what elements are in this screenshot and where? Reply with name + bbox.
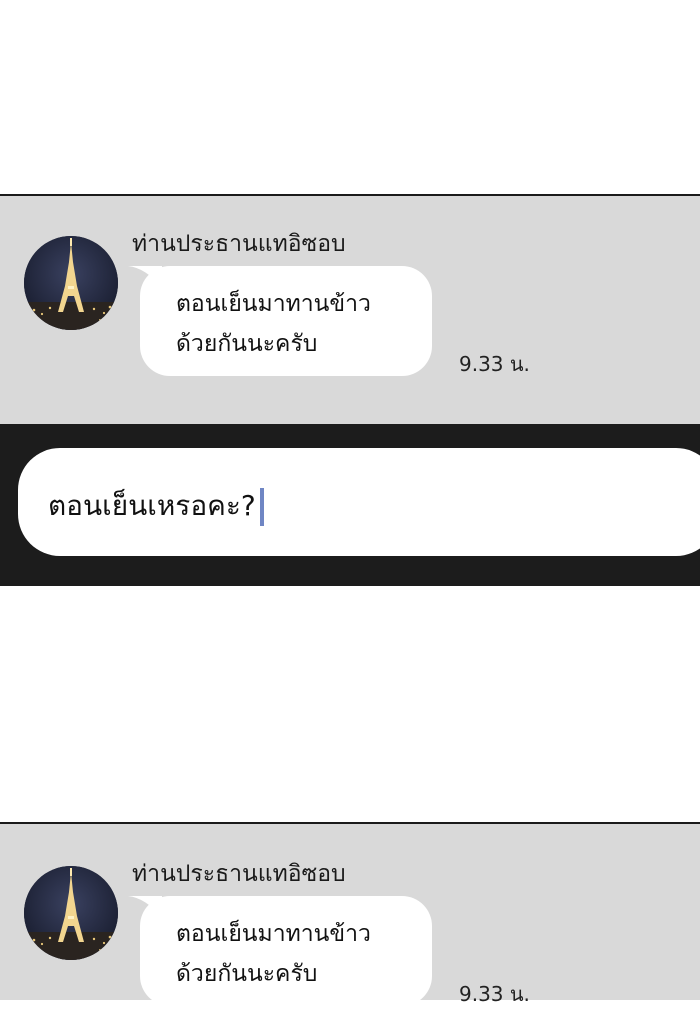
message-input-field[interactable]: ตอนเย็นเหรอคะ? [18,448,700,556]
message-line: ด้วยกันนะครับ [176,961,318,987]
message-bubble[interactable]: ตอนเย็นมาทานข้าว ด้วยกันนะครับ [128,896,432,1006]
message-line: ตอนเย็นมาทานข้าว [176,921,371,947]
message-text: ตอนเย็นมาทานข้าว ด้วยกันนะครับ [176,914,371,994]
message-input-value: ตอนเย็นเหรอคะ? [48,484,264,528]
message-bubble[interactable]: ตอนเย็นมาทานข้าว ด้วยกันนะครับ [128,266,432,376]
reply-input-bar: ตอนเย็นเหรอคะ? [0,424,700,586]
message-timestamp: 9.33 น. [459,352,530,376]
bubble-tail-shape [128,266,162,288]
eiffel-tower-icon [24,866,118,960]
text-caret [259,488,264,526]
message-line: ด้วยกันนะครับ [176,331,318,357]
chat-message-panel: ท่านประธานแทอิซอบ ตอนเย็นมาทานข้าว ด้วยก… [0,194,700,424]
sender-name: ท่านประธานแทอิซอบ [132,861,346,887]
sender-avatar[interactable] [24,866,118,960]
message-timestamp: 9.33 น. [459,982,530,1006]
bubble-tail-shape [128,896,162,918]
sender-avatar[interactable] [24,236,118,330]
message-text: ตอนเย็นมาทานข้าว ด้วยกันนะครับ [176,284,371,364]
input-text: ตอนเย็นเหรอคะ? [48,489,256,522]
sender-name: ท่านประธานแทอิซอบ [132,231,346,257]
eiffel-tower-icon [24,236,118,330]
chat-message-panel: ท่านประธานแทอิซอบ ตอนเย็นมาทานข้าว ด้วยก… [0,822,700,1006]
message-line: ตอนเย็นมาทานข้าว [176,291,371,317]
